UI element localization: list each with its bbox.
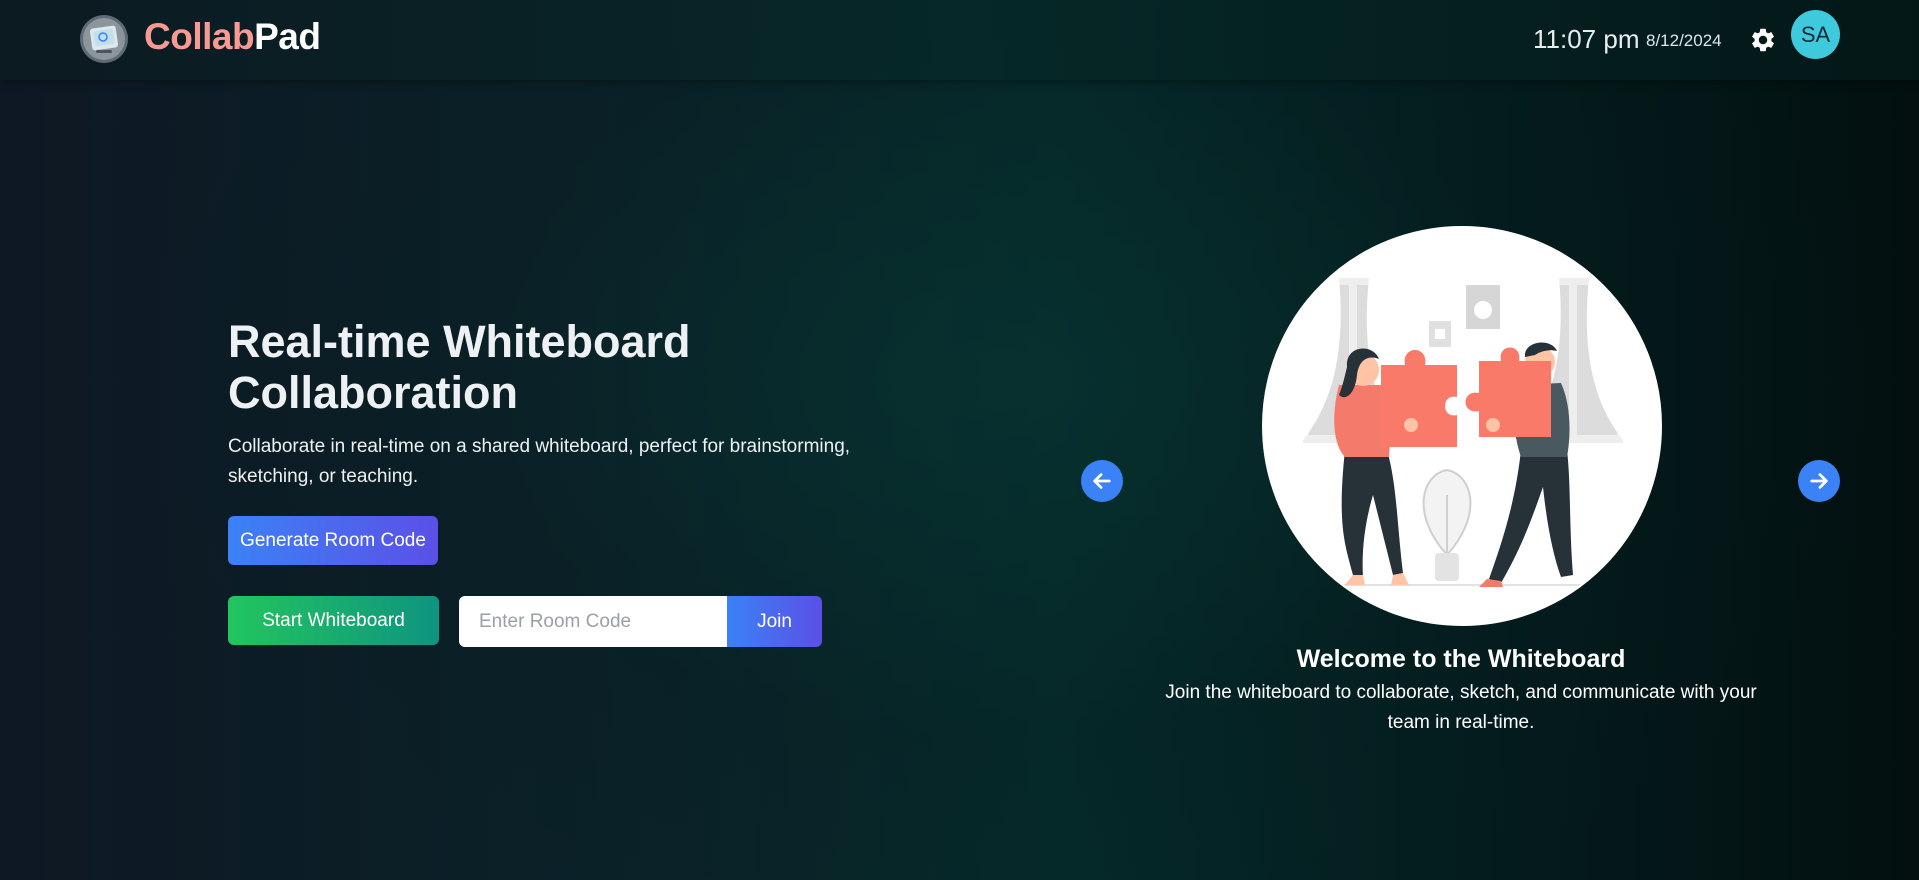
current-time: 11:07 pm: [1533, 24, 1640, 54]
whiteboard-logo-icon[interactable]: [79, 14, 129, 64]
brand-name[interactable]: CollabPad: [144, 16, 321, 58]
current-date: 8/12/2024: [1646, 31, 1722, 50]
join-button[interactable]: Join: [727, 596, 822, 647]
brand-name-part-collab: Collab: [144, 16, 255, 57]
start-whiteboard-button[interactable]: Start Whiteboard: [228, 596, 439, 645]
brand-name-part-pad: Pad: [254, 16, 321, 57]
generate-room-code-button[interactable]: Generate Room Code: [228, 516, 438, 565]
room-code-input[interactable]: [459, 596, 727, 647]
carousel-prev-button[interactable]: [1081, 460, 1123, 502]
hero-title: Real-time Whiteboard Collaboration: [228, 316, 691, 418]
puzzle-collaboration-illustration: [1261, 225, 1663, 627]
hero-subtitle: Collaborate in real-time on a shared whi…: [228, 436, 851, 487]
arrow-right-icon: [1810, 473, 1828, 489]
user-avatar[interactable]: SA: [1791, 10, 1840, 59]
carousel-next-button[interactable]: [1798, 460, 1840, 502]
carousel-slide-title: Welcome to the Whiteboard: [1296, 645, 1626, 673]
arrow-left-icon: [1093, 473, 1111, 489]
carousel-slide-text: Join the whiteboard to collaborate, sket…: [1165, 682, 1757, 733]
top-navbar: CollabPad 11:07 pm 8/12/2024 SA: [0, 0, 1919, 80]
gear-icon[interactable]: [1749, 26, 1777, 54]
